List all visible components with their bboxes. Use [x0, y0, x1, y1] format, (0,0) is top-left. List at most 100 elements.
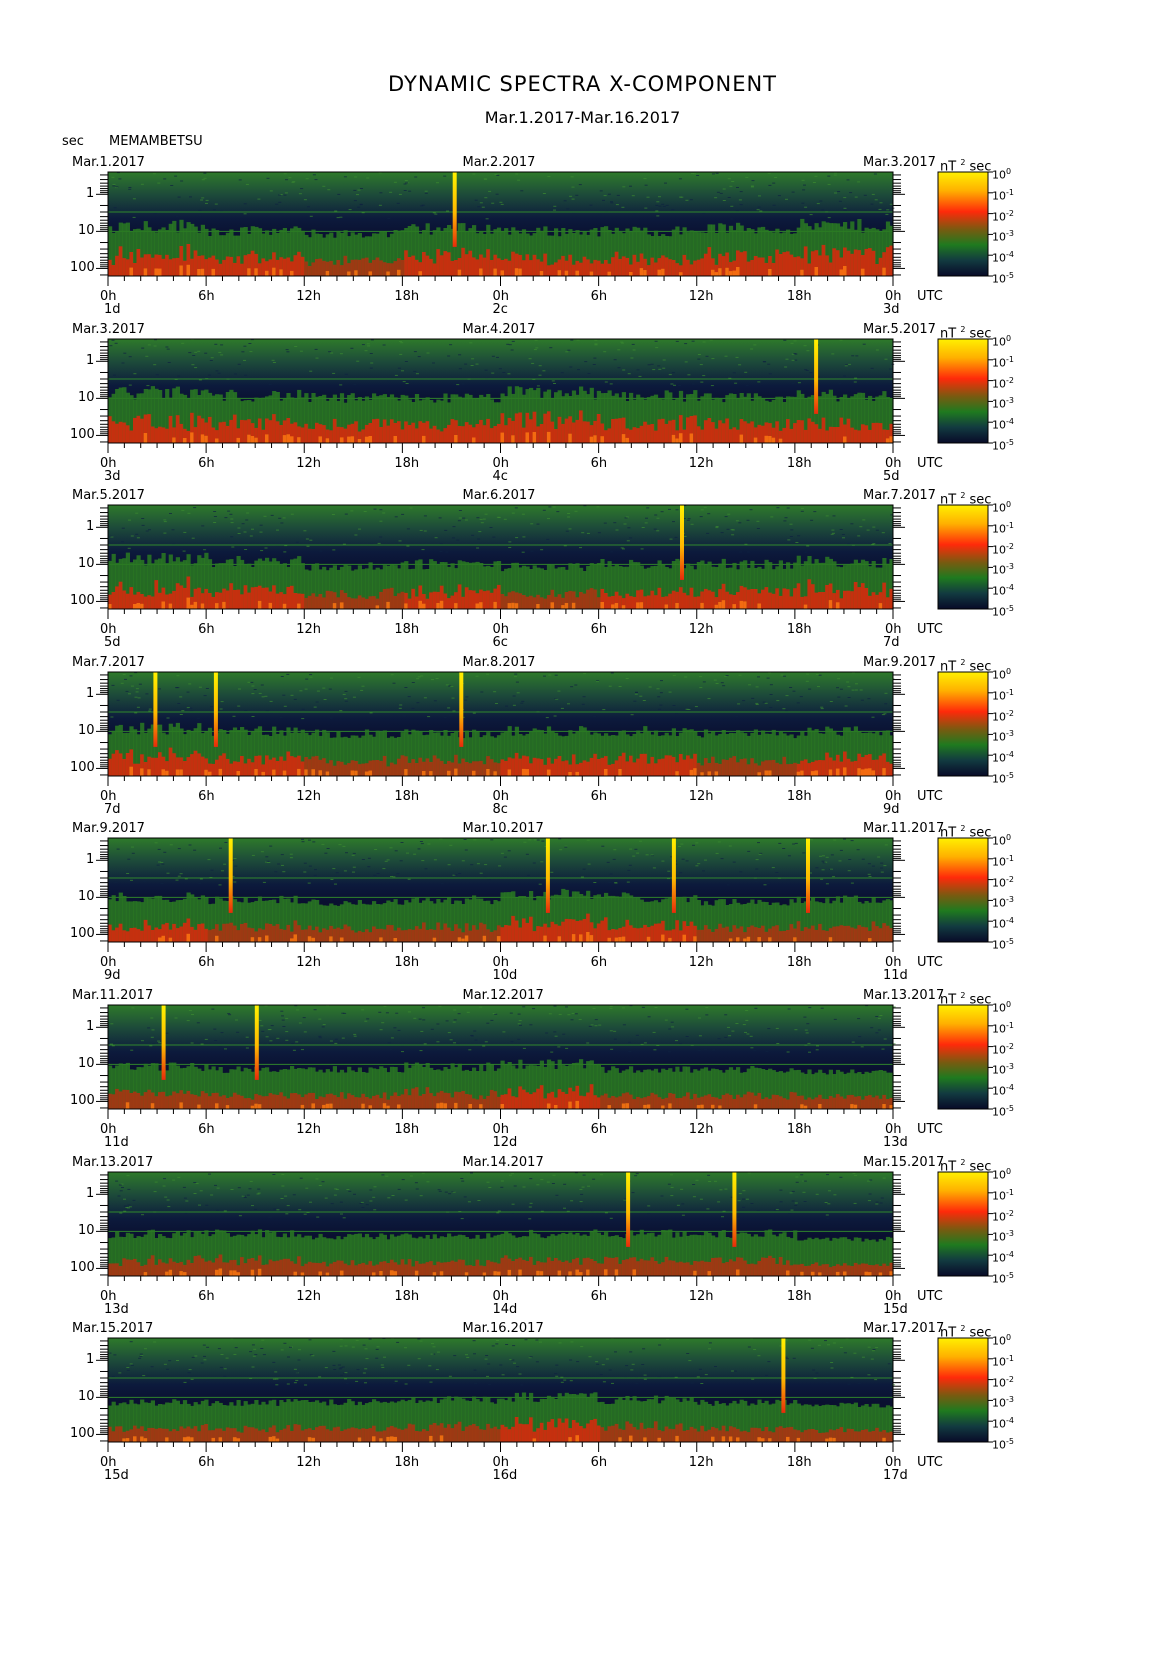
x-tick-label: 18h — [786, 1455, 812, 1470]
x-tick-label: 12h — [296, 456, 322, 471]
colorbar-tick-label: 10-5 — [992, 1104, 1014, 1119]
y-tick-label: 1 — [86, 186, 95, 202]
date-label-right: Mar.3.2017 — [863, 155, 936, 170]
colorbar-tick-label: 10-2 — [992, 375, 1014, 391]
x-tick-label: 12h — [296, 622, 322, 637]
y-tick-label: 10 — [78, 223, 95, 239]
colorbar-tick-label: 10-1 — [992, 354, 1014, 370]
day-label-mid: 16d — [492, 1468, 518, 1483]
x-tick-label: 18h — [786, 955, 812, 970]
x-tick-label: 6h — [198, 456, 215, 471]
y-tick-label: 10 — [78, 556, 95, 572]
y-tick-label: 1 — [86, 686, 95, 702]
event-spike — [626, 1172, 631, 1247]
x-tick-label: 12h — [296, 1122, 322, 1137]
x-tick-label: 6h — [198, 289, 215, 304]
x-unit-label: UTC — [917, 1122, 943, 1137]
day-label-right: 5d — [883, 469, 900, 484]
colorbar-unit-label: nT 2 sec — [940, 491, 992, 508]
x-tick-label: 18h — [394, 955, 420, 970]
date-label-right: Mar.9.2017 — [863, 655, 936, 670]
colorbar — [937, 171, 989, 277]
x-tick-label: 12h — [296, 289, 322, 304]
spectrogram-panel — [96, 504, 993, 619]
colorbar-tick-label: 100 — [992, 833, 1012, 848]
colorbar — [937, 338, 989, 444]
x-tick-label: 12h — [296, 1455, 322, 1470]
y-tick-label: 10 — [78, 390, 95, 406]
colorbar-tick-label: 10-2 — [992, 1041, 1014, 1057]
y-tick-label: 10 — [78, 1056, 95, 1072]
date-label-left: Mar.3.2017 — [72, 322, 145, 337]
x-tick-label: 6h — [198, 1122, 215, 1137]
colorbar-unit-label: nT 2 sec — [940, 1324, 992, 1341]
colorbar-tick-label: 10-3 — [992, 1229, 1014, 1245]
colorbar-tick-label: 100 — [992, 1000, 1012, 1015]
event-spike — [814, 339, 819, 414]
x-tick-label: 6h — [590, 1122, 608, 1137]
x-tick-label: 6h — [590, 622, 608, 637]
colorbar-tick-label: 100 — [992, 1333, 1012, 1348]
day-label-right: 7d — [883, 635, 900, 650]
colorbar-tick-label: 10-5 — [992, 438, 1014, 453]
day-label-left: 5d — [104, 635, 121, 650]
event-spike — [680, 505, 684, 580]
day-label-left: 1d — [104, 302, 121, 317]
colorbar-tick-label: 10-3 — [992, 895, 1014, 911]
colorbar-tick-label: 10-4 — [992, 1250, 1014, 1265]
x-unit-label: UTC — [917, 289, 943, 304]
event-spike — [213, 672, 218, 747]
event-spike — [781, 1338, 786, 1413]
date-label-left: Mar.13.2017 — [72, 1155, 154, 1170]
event-spike — [732, 1172, 737, 1247]
date-label-mid: Mar.10.2017 — [462, 821, 544, 836]
spectrogram-panel — [96, 1337, 993, 1452]
x-tick-label: 12h — [688, 1289, 714, 1304]
colorbar-unit-label: nT 2 sec — [940, 325, 992, 342]
event-spike — [806, 838, 810, 913]
y-tick-label: 100 — [70, 427, 95, 443]
y-tick-label: 10 — [78, 1223, 95, 1239]
x-tick-label: 18h — [786, 1289, 812, 1304]
x-tick-label: 6h — [590, 955, 608, 970]
y-tick-label: 10 — [78, 723, 95, 739]
x-tick-label: 18h — [786, 1122, 812, 1137]
day-label-right: 11d — [883, 968, 908, 983]
colorbar-tick-label: 10-1 — [992, 187, 1014, 203]
x-unit-label: UTC — [917, 1455, 943, 1470]
colorbar-tick-label: 10-1 — [992, 520, 1014, 536]
date-label-mid: Mar.6.2017 — [462, 488, 536, 503]
y-tick-label: 100 — [70, 1426, 95, 1442]
date-label-left: Mar.11.2017 — [72, 988, 154, 1003]
x-tick-label: 6h — [198, 1289, 215, 1304]
date-label-mid: Mar.4.2017 — [462, 322, 536, 337]
x-unit-label: UTC — [917, 622, 943, 637]
x-unit-label: UTC — [917, 955, 943, 970]
event-spike — [228, 838, 233, 913]
colorbar-tick-label: 100 — [992, 167, 1012, 182]
x-tick-label: 12h — [688, 289, 714, 304]
colorbar-unit-label: nT 2 sec — [940, 158, 992, 175]
x-unit-label: UTC — [917, 456, 943, 471]
x-tick-label: 12h — [688, 1122, 714, 1137]
y-tick-label: 10 — [78, 1389, 95, 1405]
spectrogram-panel — [96, 837, 993, 952]
day-label-left: 7d — [104, 802, 121, 817]
x-tick-label: 18h — [786, 289, 812, 304]
colorbar-tick-label: 100 — [992, 500, 1012, 515]
colorbar — [937, 1337, 989, 1443]
y-tick-label: 100 — [70, 260, 95, 276]
colorbar-tick-label: 10-3 — [992, 729, 1014, 745]
colorbar-tick-label: 10-4 — [992, 250, 1014, 265]
y-tick-label: 100 — [70, 593, 95, 609]
date-label-mid: Mar.16.2017 — [462, 1321, 544, 1336]
colorbar-tick-label: 10-3 — [992, 562, 1014, 578]
colorbar-tick-label: 10-3 — [992, 1062, 1014, 1078]
x-tick-label: 18h — [786, 789, 812, 804]
colorbar-tick-label: 10-2 — [992, 708, 1014, 724]
day-label-mid: 14d — [492, 1302, 518, 1317]
colorbar-tick-label: 10-5 — [992, 1271, 1014, 1286]
x-tick-label: 12h — [296, 789, 322, 804]
colorbar-tick-label: 10-2 — [992, 541, 1014, 557]
day-label-mid: 8c — [492, 802, 508, 817]
